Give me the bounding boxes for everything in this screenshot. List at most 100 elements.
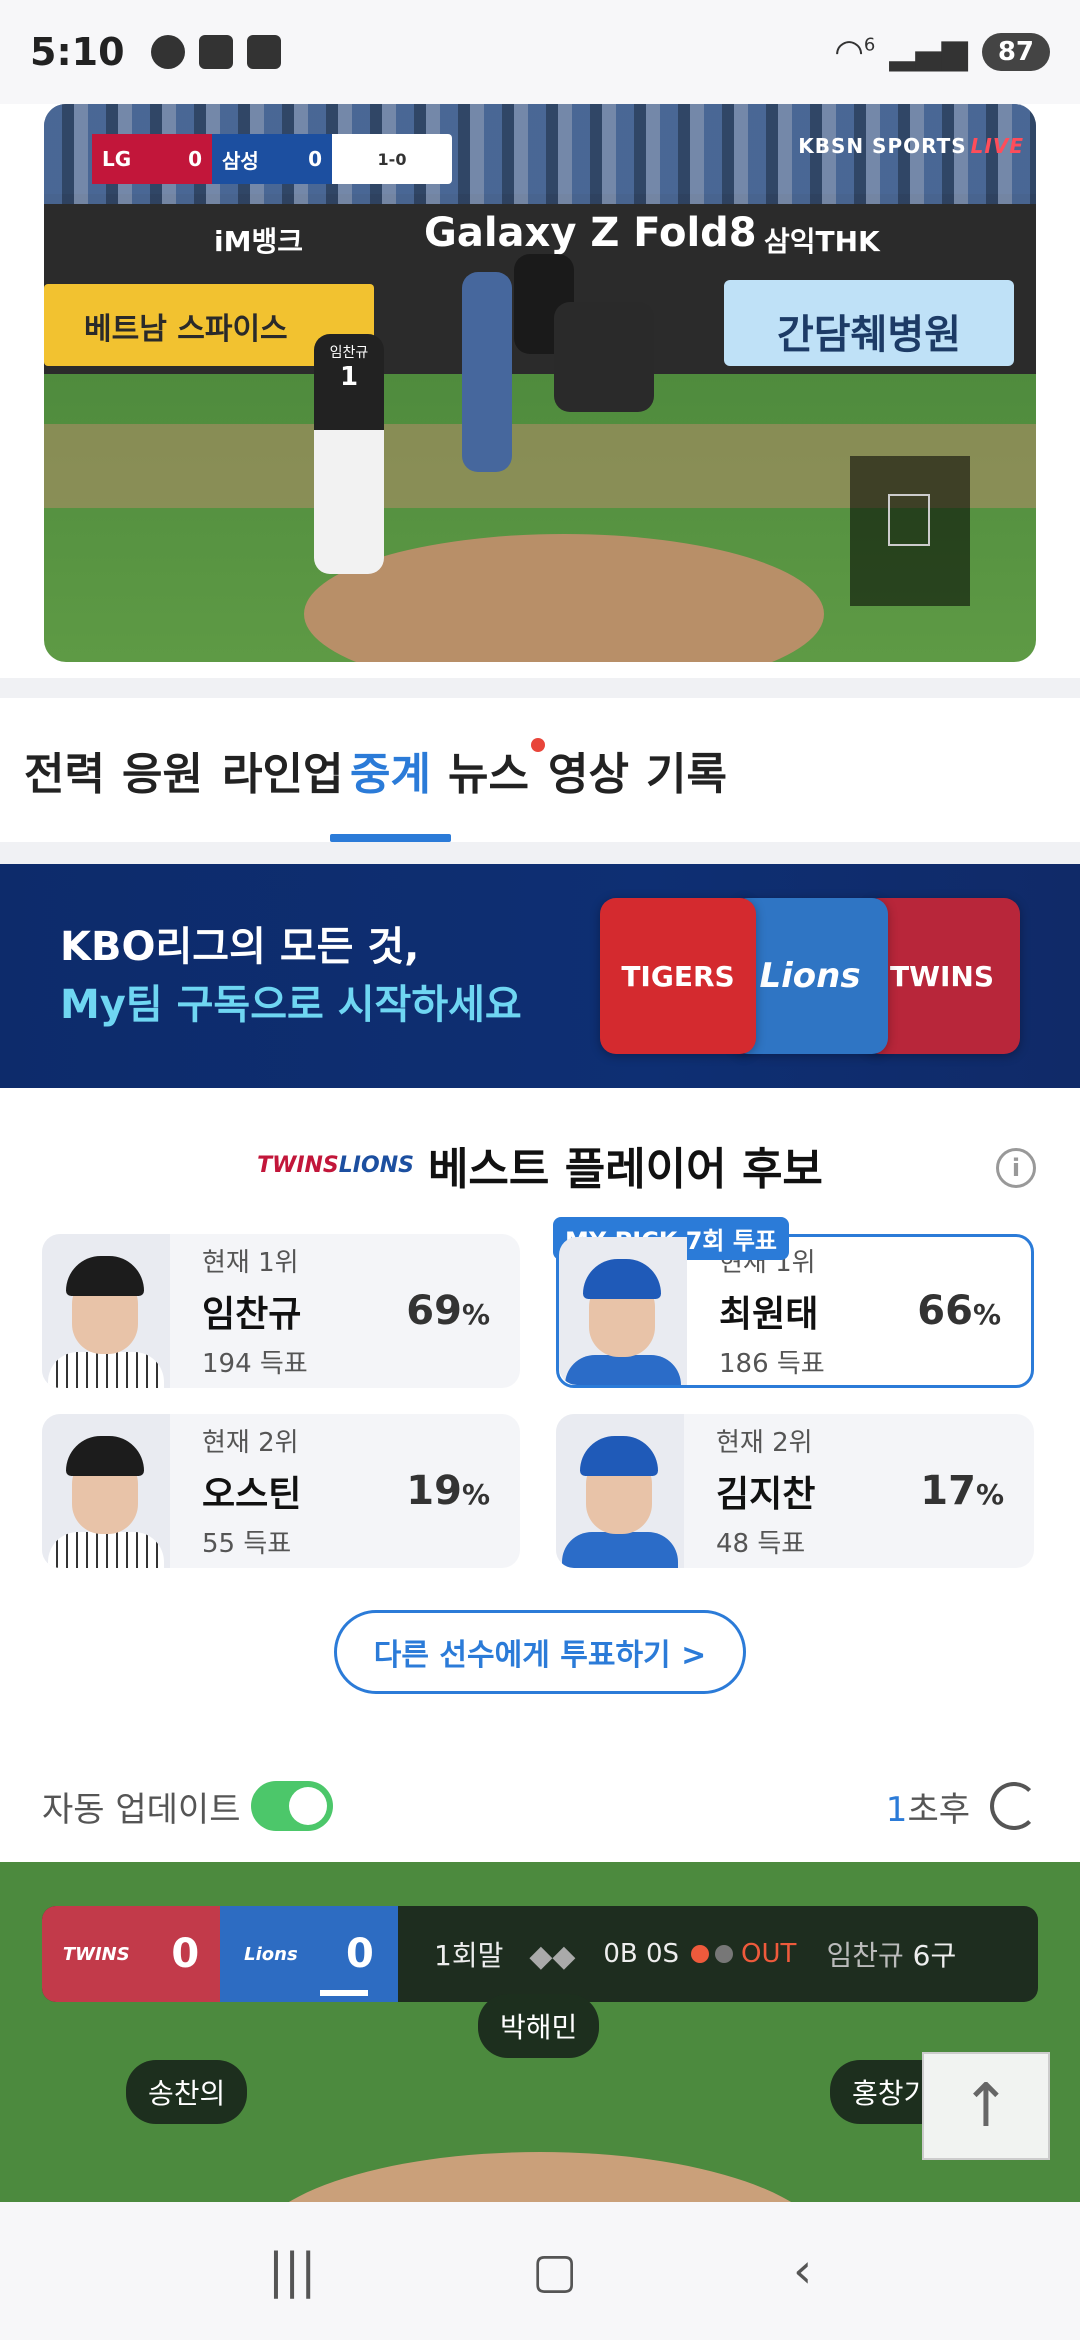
percent-value: 69 [406,1288,462,1334]
wall-ad-1: iM뱅크 [214,225,303,258]
cell-signal-icon: ▂▄▆ [889,32,968,72]
percent-unit: % [461,1298,490,1331]
player-photo [556,1414,684,1568]
video-scorebug: LG 0 삼성 0 1-0 [92,134,452,184]
wall-ad-2: Galaxy Z Fold8 [424,210,757,256]
bases-diamond-icon: ◆◆ [529,1939,576,1974]
candidate-card-picked[interactable]: MY PICK 7회 투표 현재 1위 최원태 186 득표 66% [553,1217,1034,1388]
home-icon[interactable]: ▢ [532,2243,577,2299]
batter-figure [462,272,512,472]
battery-indicator: 87 [981,33,1050,71]
pitcher-jersey-name: 임찬규 [329,345,369,361]
refresh-icon[interactable] [990,1782,1038,1830]
player-photo [559,1237,687,1385]
outfield-ad-right: 간담췌병원 [724,280,1014,366]
tab-label: 전력 [24,749,105,800]
auto-update-row: 자동 업데이트 1초후 [0,1770,1080,1842]
scroll-to-top-button[interactable]: ↑ [922,2052,1050,2160]
pitcher-jersey-number: 1 [339,362,359,392]
candidate-votes: 186 득표 [719,1349,825,1379]
strike-zone-graphic [850,456,970,606]
countdown-number: 1 [885,1789,908,1830]
out-dot-empty [715,1945,734,1963]
away-team-score: TWINS 0 [42,1906,220,2002]
info-icon[interactable]: i [996,1148,1036,1188]
player-photo [42,1414,170,1568]
tab-label: 중계 [350,749,431,800]
best-player-header: TWINSLIONS 베스트 플레이어 후보 [0,1130,1080,1200]
tab-cheer[interactable]: 응원 [122,698,203,842]
candidate-card[interactable]: 현재 2위 김지찬 48 득표 17% [556,1414,1034,1568]
out-label: OUT [741,1939,797,1969]
percent-value: 19 [406,1468,462,1514]
player-photo [42,1234,170,1388]
home-score: 0 [345,1931,374,1977]
banner-text: KBO리그의 모든 것, My팀 구독으로 시작하세요 [60,918,522,1034]
subscription-banner[interactable]: KBO리그의 모든 것, My팀 구독으로 시작하세요 TIGERS Lions… [0,864,1080,1088]
candidate-card[interactable]: 현재 1위 임찬규 194 득표 69% [42,1234,520,1388]
candidate-rank: 현재 1위 [202,1248,299,1278]
auto-update-label: 자동 업데이트 [42,1789,241,1830]
scorebug-home-team: 삼성 [222,148,259,173]
fielder-left[interactable]: 송찬의 [126,2060,248,2124]
back-icon[interactable]: ‹ [793,2243,812,2299]
tab-label: 영상 [548,749,629,800]
lions-mark: LIONS [338,1152,414,1178]
status-icons [150,35,281,69]
live-video-player[interactable]: LG 0 삼성 0 1-0 KBSN SPORTS LIVE iM뱅크 Galax… [44,104,1036,662]
refresh-countdown: 1초후 [886,1782,970,1831]
screenshot-icon [198,35,233,69]
scorebug-home-score: 0 [308,147,322,171]
system-nav-bar: ||| ▢ ‹ [0,2202,1080,2340]
out-dot-filled [691,1945,710,1963]
candidate-percent: 17% [920,1468,1004,1514]
tab-news[interactable]: 뉴스 [448,698,545,842]
candidate-name: 임찬규 [202,1294,302,1335]
team-logos: TIGERS Lions TWINS [600,898,1020,1054]
candidate-rank: 현재 2위 [202,1428,299,1458]
candidate-votes: 55 득표 [202,1529,292,1559]
status-bar: 5:10 ◠6 ▂▄▆ 87 [0,0,1080,104]
status-time: 5:10 [30,30,125,74]
scorebug-away-team: LG [102,147,132,171]
candidate-percent: 66% [917,1288,1001,1334]
percent-unit: % [461,1478,490,1511]
candidate-rank: 현재 2위 [716,1428,813,1458]
baseball-icon [150,35,185,69]
live-field: TWINS 0 Lions 0 1회말 ◆◆ 0B 0S OUT 임찬규 6구 … [0,1862,1080,2202]
candidate-percent: 19% [406,1468,490,1514]
card-icon [246,35,281,69]
tab-lineup[interactable]: 라인업 [222,698,343,842]
tab-broadcast[interactable]: 중계 [330,698,451,842]
new-badge-dot [530,738,545,752]
scorebug-away: LG 0 [92,134,212,184]
current-pitcher: 임찬규 6구 [826,1934,956,1974]
candidate-card[interactable]: 현재 2위 오스틴 55 득표 19% [42,1414,520,1568]
pitcher-name: 임찬규 [826,1939,904,1972]
out-indicator [691,1945,734,1963]
tab-lineup-strength[interactable]: 전력 [24,698,105,842]
scorebug-count: 1-0 [377,149,407,169]
section-divider [0,842,1080,864]
vote-other-player-button[interactable]: 다른 선수에게 투표하기 > [334,1610,746,1694]
twins-lions-icon: TWINSLIONS [257,1153,414,1178]
recent-apps-icon[interactable]: ||| [268,2243,317,2299]
inning-label: 1회말 [434,1939,504,1972]
broadcaster-logo: KBSN SPORTS LIVE [798,134,1024,158]
tab-records[interactable]: 기록 [646,698,727,842]
banner-line1: KBO리그의 모든 것, [60,924,420,970]
game-tabs: 전력 응원 라인업 중계 뉴스 영상 기록 [0,698,1080,842]
section-divider [0,678,1080,698]
tab-video[interactable]: 영상 [548,698,629,842]
tab-label: 라인업 [222,749,344,800]
candidate-name: 최원태 [719,1294,819,1335]
lions-logo-icon: Lions [244,1943,298,1965]
ball-strike-count: 0B 0S [603,1939,680,1969]
candidate-votes: 194 득표 [202,1349,308,1379]
percent-unit: % [975,1478,1004,1511]
candidate-percent: 69% [406,1288,490,1334]
auto-update-toggle[interactable] [250,1781,333,1831]
candidate-votes: 48 득표 [716,1529,806,1559]
live-badge: LIVE [970,134,1024,158]
fielder-center[interactable]: 박해민 [478,1994,600,2058]
